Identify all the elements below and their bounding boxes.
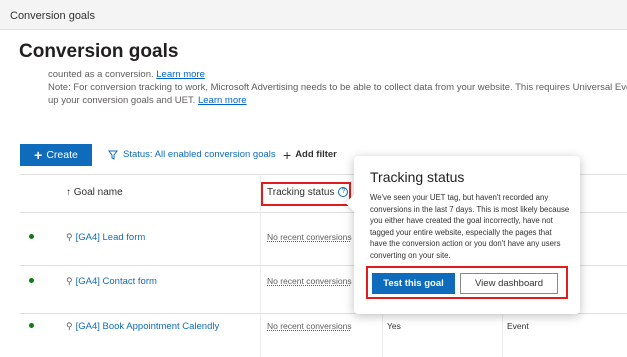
tracking-status-link[interactable]: No recent conversions xyxy=(267,232,352,242)
info-line-3-text: up your conversion goals and UET. xyxy=(48,95,198,106)
view-dashboard-button[interactable]: View dashboard xyxy=(460,273,558,294)
info-line-3: up your conversion goals and UET. Learn … xyxy=(48,94,627,107)
lightbulb-icon: ⚲ xyxy=(66,276,73,286)
table-row-goal-name[interactable]: ⚲ [GA4] Contact form xyxy=(66,276,157,287)
highlight-box: Test this goal View dashboard xyxy=(366,266,568,299)
test-goal-button[interactable]: Test this goal xyxy=(372,273,455,294)
status-dot xyxy=(29,278,34,283)
table-cell: Yes xyxy=(387,321,401,331)
table-row-goal-name[interactable]: ⚲ [GA4] Lead form xyxy=(66,232,145,243)
column-header-goal-name[interactable]: ↑ Goal name xyxy=(66,187,123,198)
add-filter-button[interactable]: + Add filter xyxy=(283,146,337,163)
table-cell: Event xyxy=(507,321,529,331)
column-header-goal-name-label: Goal name xyxy=(73,187,123,198)
sort-arrow-icon: ↑ xyxy=(66,187,71,198)
create-button[interactable]: + Create xyxy=(20,144,92,166)
info-line-1: counted as a conversion. Learn more xyxy=(48,68,627,81)
info-line-1-text: counted as a conversion. xyxy=(48,69,157,80)
goal-name-text: [GA4] Contact form xyxy=(75,276,157,287)
learn-more-link-2[interactable]: Learn more xyxy=(198,95,247,106)
filter-icon xyxy=(108,150,118,160)
breadcrumb[interactable]: Conversion goals xyxy=(10,10,95,22)
popover-title: Tracking status xyxy=(370,169,465,185)
status-dot xyxy=(29,323,34,328)
tracking-status-link[interactable]: No recent conversions xyxy=(267,276,352,286)
create-button-label: Create xyxy=(46,149,78,161)
info-line-2: Note: For conversion tracking to work, M… xyxy=(48,82,627,93)
plus-icon: + xyxy=(283,146,292,163)
learn-more-link-1[interactable]: Learn more xyxy=(156,69,205,80)
status-filter[interactable]: Status: All enabled conversion goals xyxy=(108,149,276,160)
tracking-status-popover: Tracking status We've seen your UET tag,… xyxy=(345,156,580,314)
goal-name-text: [GA4] Lead form xyxy=(75,232,146,243)
top-bar: Conversion goals xyxy=(0,0,627,30)
status-filter-label: Status: All enabled conversion goals xyxy=(123,149,276,160)
lightbulb-icon: ⚲ xyxy=(66,321,73,331)
goal-name-text: [GA4] Book Appointment Calendly xyxy=(75,321,220,332)
page-title: Conversion goals xyxy=(19,41,179,62)
status-dot xyxy=(29,234,34,239)
info-banner: counted as a conversion. Learn more Note… xyxy=(48,68,627,107)
table-row-goal-name[interactable]: ⚲ [GA4] Book Appointment Calendly xyxy=(66,321,219,332)
plus-icon: + xyxy=(34,147,43,163)
lightbulb-icon: ⚲ xyxy=(66,232,73,242)
highlight-box xyxy=(261,182,351,206)
tracking-status-link[interactable]: No recent conversions xyxy=(267,321,352,331)
popover-body: We've seen your UET tag, but haven't rec… xyxy=(370,193,570,260)
add-filter-label: Add filter xyxy=(295,149,337,160)
